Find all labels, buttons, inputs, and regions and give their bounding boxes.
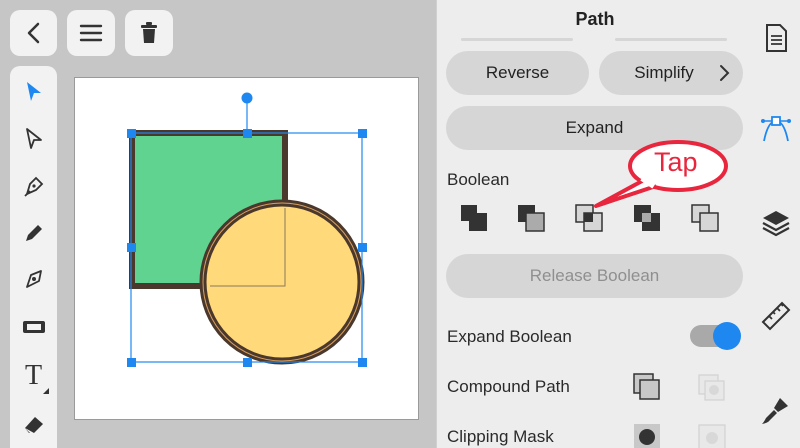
back-button[interactable] [10,10,57,56]
pencil-tool[interactable] [10,213,57,253]
artwork [127,92,367,367]
reverse-button[interactable]: Reverse [446,51,589,95]
simplify-button[interactable]: Simplify [599,51,743,95]
ruler-icon[interactable] [760,300,792,332]
chevron-left-icon [27,22,39,44]
menu-button[interactable] [67,10,115,56]
clipping-mask-label: Clipping Mask [447,427,554,446]
pencil-icon [25,225,42,241]
release-boolean-button[interactable]: Release Boolean [446,254,743,298]
toggle-knob [713,322,741,350]
expand-boolean-toggle[interactable] [690,322,741,350]
brush-icon[interactable] [760,394,792,426]
drawing-canvas[interactable] [74,77,419,420]
trash-icon [141,22,157,43]
pen-tool[interactable] [10,166,57,206]
fill-tool-icon [22,321,45,333]
yellow-circle-shape [199,199,365,365]
node-tool-icon [25,270,42,288]
boolean-label: Boolean [447,170,510,189]
tool-palette: T [10,66,57,448]
fill-tool[interactable] [10,307,57,347]
select-tool[interactable] [10,72,57,112]
right-sidebar [752,0,800,448]
tap-annotation-text: Tap [654,147,698,177]
rotate-handle [241,92,253,104]
hamburger-icon [79,24,103,42]
tab-indicator [615,38,727,41]
direct-select-tool[interactable] [10,119,57,159]
expand-boolean-label: Expand Boolean [447,327,572,346]
eraser-tool[interactable] [10,404,57,444]
node-tool[interactable] [10,260,57,300]
panel-title: Path [575,9,615,29]
path-panel: Path Reverse Simplify Expand Boolean Rel… [436,0,752,448]
text-tool[interactable]: T [10,356,57,396]
boolean-union-icon[interactable] [459,203,489,233]
select-arrow-icon [26,82,41,101]
direct-select-icon [25,128,42,149]
pen-icon [23,176,43,197]
tab-indicator [461,38,573,41]
delete-button[interactable] [125,10,173,56]
chevron-right-icon [720,65,730,81]
text-tool-icon: T [24,360,43,391]
simplify-label: Simplify [634,63,694,82]
boolean-subtract-icon[interactable] [516,203,546,233]
eraser-icon [24,417,43,433]
compound-path-make-icon[interactable] [632,372,662,402]
clipping-mask-release-icon[interactable] [697,423,727,448]
submenu-corner-icon [43,388,49,394]
layers-icon[interactable] [760,207,792,239]
document-icon[interactable] [760,22,792,54]
path-tool-icon[interactable] [760,113,792,145]
compound-path-release-icon[interactable] [697,373,727,403]
compound-path-label: Compound Path [447,377,570,396]
clipping-mask-make-icon[interactable] [632,422,662,448]
